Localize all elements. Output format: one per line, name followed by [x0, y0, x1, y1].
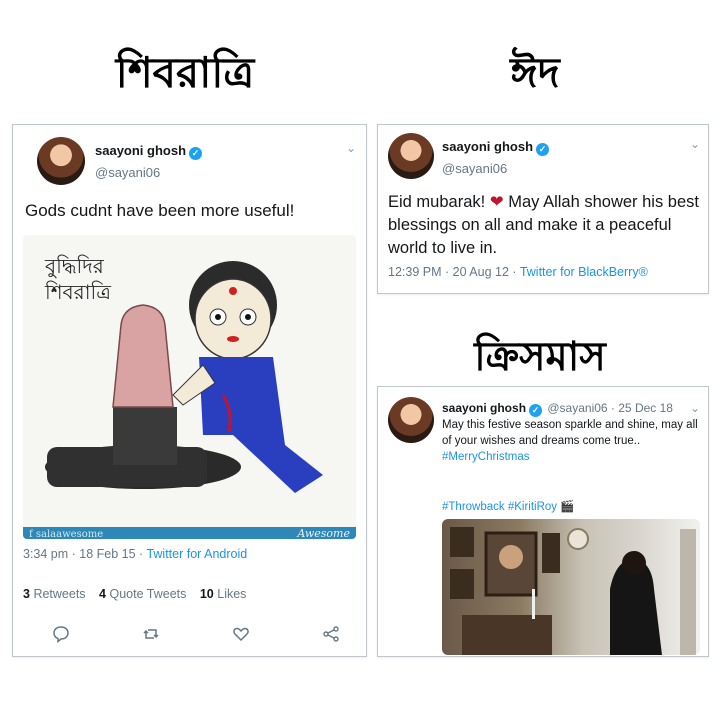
author-name[interactable]: saayoni ghosh ✓	[442, 139, 550, 156]
verified-badge-icon: ✓	[189, 147, 203, 160]
clapperboard-emoji-icon: 🎬	[560, 501, 575, 513]
avatar[interactable]	[388, 397, 434, 443]
likes-stat[interactable]: 10 Likes	[200, 587, 247, 601]
like-icon[interactable]	[231, 625, 251, 645]
avatar[interactable]	[37, 137, 85, 185]
heading-shivaratri: শিবরাত্রি	[115, 48, 255, 97]
chevron-down-icon[interactable]: ⌄	[690, 137, 700, 151]
watermark-right: Awesome	[297, 527, 350, 539]
watermark-left: f salaawesome	[29, 529, 104, 539]
hashtags-line[interactable]: #Throwback #KiritiRoy 🎬	[442, 499, 575, 513]
hashtag-link[interactable]: #MerryChristmas	[442, 449, 704, 465]
tweet-actions	[51, 625, 341, 645]
author-handle[interactable]: @sayani06	[95, 165, 160, 180]
retweet-icon[interactable]	[141, 625, 161, 645]
author-handle-date[interactable]: @sayani06 · 25 Dec 18	[547, 401, 673, 415]
share-icon[interactable]	[321, 625, 341, 645]
image-caption-line1: বুদ্ধিদির	[44, 254, 105, 278]
verified-badge-icon: ✓	[536, 143, 550, 156]
tweet-text: Gods cudnt have been more useful!	[25, 201, 295, 220]
heading-eid: ঈদ	[510, 48, 560, 97]
photo-illustration	[450, 527, 696, 655]
image-caption-line2: শিবরাত্রি	[44, 280, 111, 304]
cartoon-illustration: বুদ্ধিদির শিবরাত্রি	[44, 254, 323, 493]
tweet-body: May this festive season sparkle and shin…	[442, 419, 698, 447]
chevron-down-icon[interactable]: ⌄	[346, 141, 356, 155]
tweet-timestamp[interactable]: 12:39 PM · 20 Aug 12 · Twitter for Black…	[388, 265, 648, 279]
avatar[interactable]	[388, 133, 434, 179]
timestamp-text: 12:39 PM · 20 Aug 12 ·	[388, 265, 520, 279]
timestamp-text: 3:34 pm · 18 Feb 15 ·	[23, 547, 147, 561]
tweet-image-cartoon[interactable]: বুদ্ধিদির শিবরাত্রি f salaawesome Awesom…	[23, 235, 356, 539]
source-link[interactable]: Twitter for Android	[146, 547, 247, 561]
quotes-stat[interactable]: 4 Quote Tweets	[99, 587, 186, 601]
tweet-card-shivaratri: saayoni ghosh ✓ @sayani06 ⌄ Gods cudnt ha…	[12, 124, 367, 657]
source-link[interactable]: Twitter for BlackBerry®	[520, 265, 648, 279]
tweet-card-christmas: saayoni ghosh ✓ @sayani06 · 25 Dec 18 ⌄ M…	[377, 386, 709, 657]
retweets-stat[interactable]: 3 Retweets	[23, 587, 86, 601]
tweet-text: May this festive season sparkle and shin…	[442, 417, 704, 465]
heart-emoji-icon: ❤	[489, 193, 504, 211]
verified-badge-icon: ✓	[529, 404, 543, 417]
chevron-down-icon[interactable]: ⌄	[690, 401, 700, 415]
heading-christmas: ক্রিসমাস	[474, 334, 606, 380]
image-watermark-bar: f salaawesome Awesome	[23, 527, 356, 539]
author-name-text: saayoni ghosh	[95, 143, 187, 158]
author-name[interactable]: saayoni ghosh ✓ @sayani06 · 25 Dec 18	[442, 401, 673, 417]
author-handle[interactable]: @sayani06	[442, 161, 507, 176]
facebook-icon: f	[29, 529, 36, 539]
author-name-text: saayoni ghosh	[442, 139, 534, 154]
tweet-photo-christmas[interactable]	[442, 519, 700, 655]
tweet-card-eid: saayoni ghosh ✓ @sayani06 ⌄ Eid mubarak! …	[377, 124, 709, 294]
author-name[interactable]: saayoni ghosh ✓	[95, 143, 203, 160]
reply-icon[interactable]	[51, 625, 71, 645]
author-name-text: saayoni ghosh	[442, 401, 527, 415]
tweet-text: Eid mubarak! ❤ May Allah shower his best…	[388, 193, 699, 257]
tweet-stats: 3 Retweets 4 Quote Tweets 10 Likes	[23, 587, 246, 601]
tweet-timestamp[interactable]: 3:34 pm · 18 Feb 15 · Twitter for Androi…	[23, 547, 247, 561]
